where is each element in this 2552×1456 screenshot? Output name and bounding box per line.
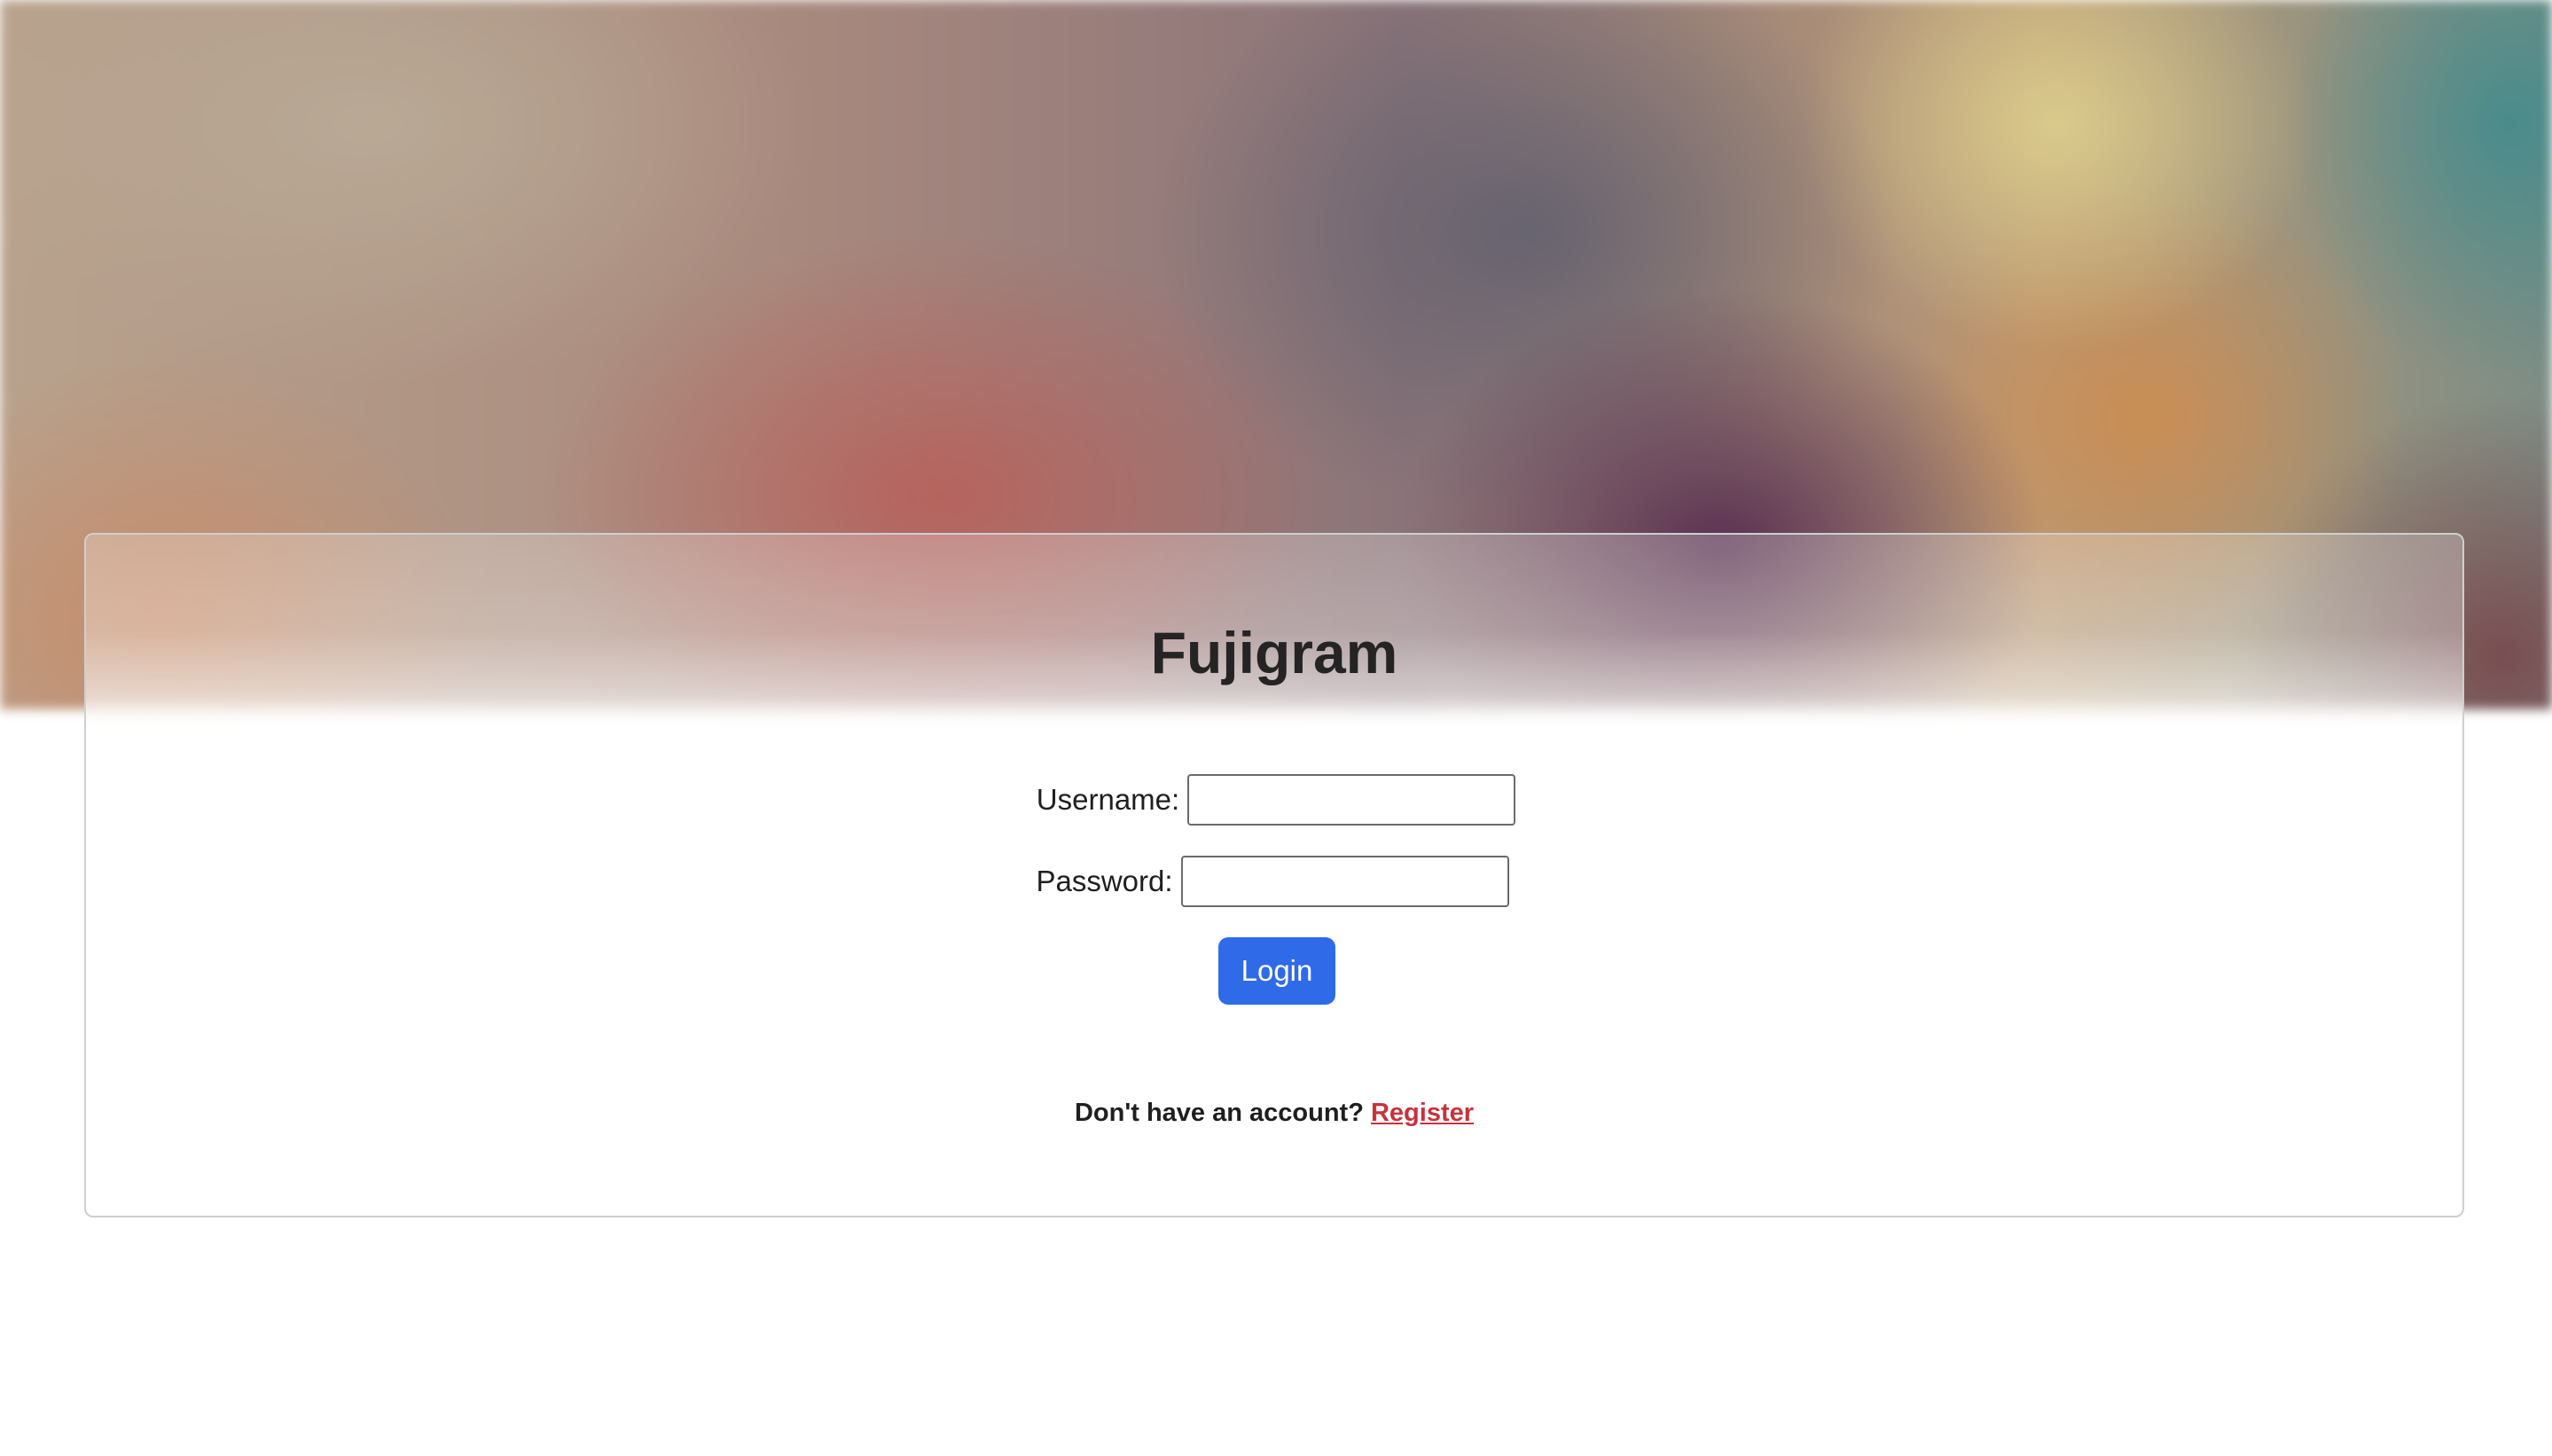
username-input[interactable] [1187, 774, 1516, 826]
login-card: Fujigram Username: Password: Login Don't… [84, 533, 2464, 1217]
username-row: Username: [88, 774, 2464, 826]
app-title: Fujigram [1150, 620, 1398, 685]
password-label: Password: [1036, 865, 1173, 897]
password-input[interactable] [1180, 856, 1509, 907]
password-row: Password: [84, 856, 2461, 907]
username-label: Username: [1036, 783, 1180, 816]
login-button[interactable]: Login [1218, 937, 1335, 1005]
register-prompt: Don't have an account? Register [86, 1099, 2462, 1128]
register-prompt-text: Don't have an account? [1074, 1099, 1364, 1127]
register-link[interactable]: Register [1371, 1099, 1474, 1127]
